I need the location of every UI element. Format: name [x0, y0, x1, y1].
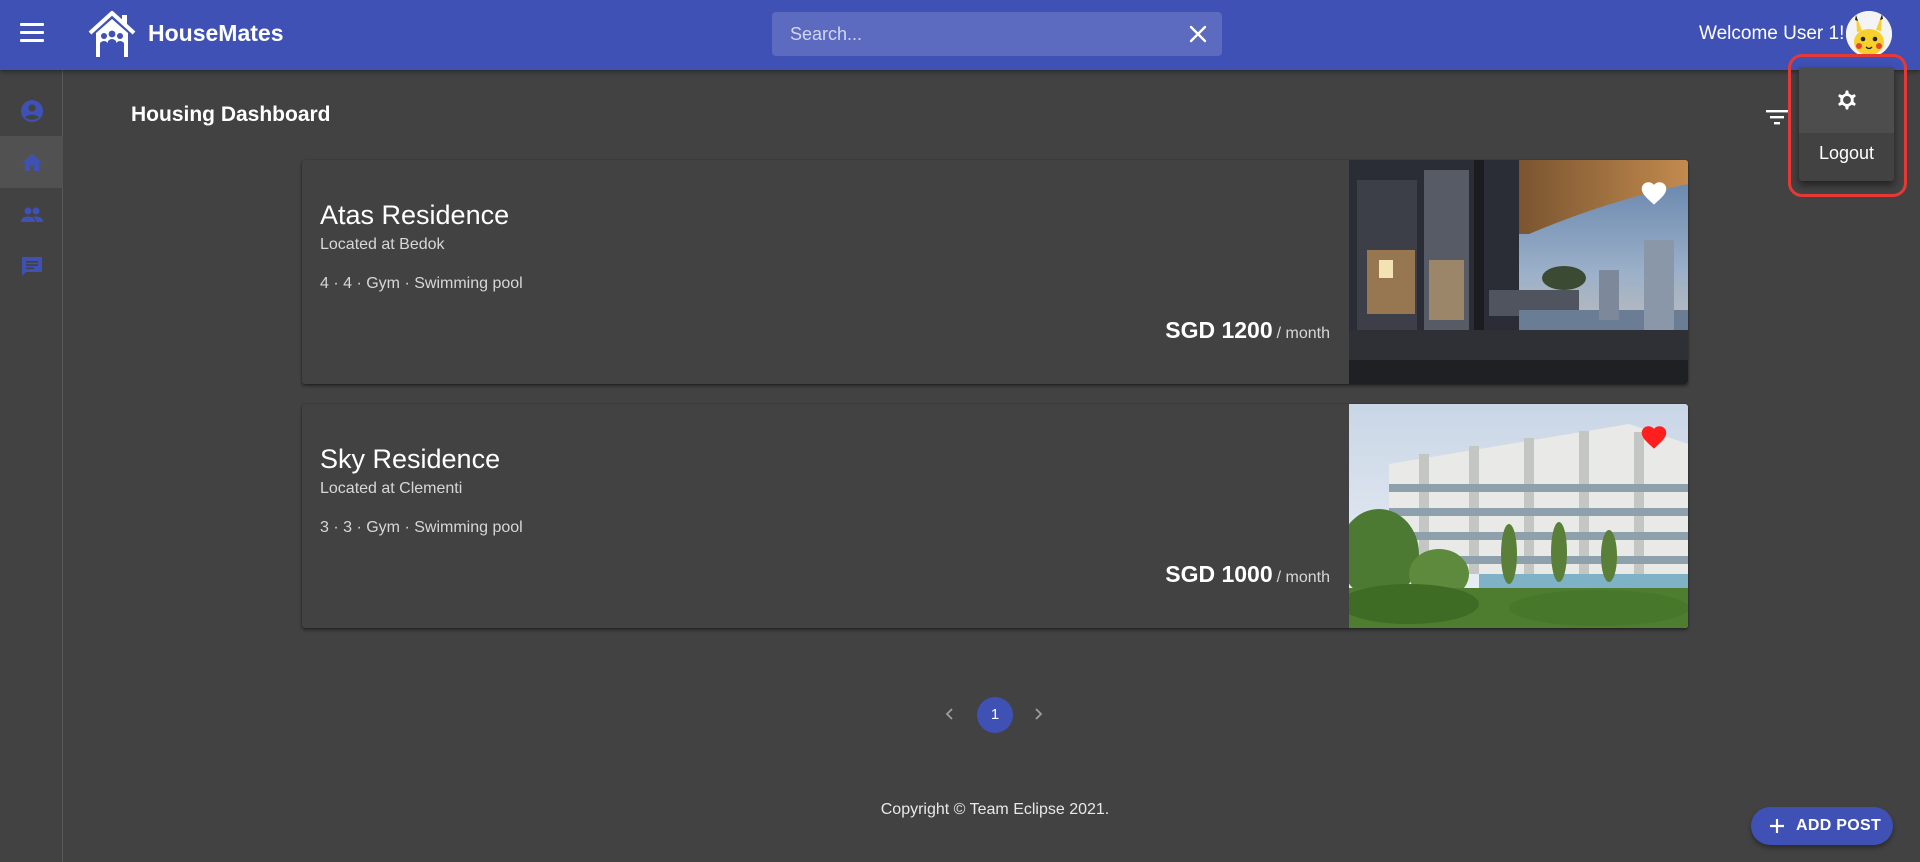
menu-icon[interactable] [18, 23, 46, 47]
listing-photo [1349, 404, 1688, 628]
user-menu-dropdown: Logout [1799, 67, 1894, 181]
account-circle-icon [21, 100, 43, 122]
people-icon [21, 207, 43, 222]
menu-item-logout[interactable]: Logout [1799, 133, 1894, 181]
search-input[interactable] [790, 22, 1160, 46]
footer-copyright: Copyright © Team Eclipse 2021. [880, 801, 1110, 818]
sidebar-item-people[interactable] [0, 188, 63, 240]
filter-icon[interactable] [1766, 107, 1788, 127]
sidebar-item-home[interactable] [0, 136, 63, 188]
sidebar-item-profile[interactable] [0, 84, 63, 136]
listing-card[interactable]: Atas Residence Located at Bedok 4 · 4 · … [302, 160, 1688, 384]
favorite-heart-icon[interactable] [1640, 180, 1668, 206]
add-post-button[interactable]: ADD POST [1751, 807, 1893, 845]
pikachu-avatar-icon [1846, 11, 1892, 57]
settings-gear-icon [1838, 90, 1856, 110]
listing-name: Atas Residence [320, 200, 510, 230]
listing-price: SGD 1200/ month [1165, 317, 1330, 344]
listing-card[interactable]: Sky Residence Located at Clementi 3 · 3 … [302, 404, 1688, 628]
price-unit: / month [1276, 569, 1330, 586]
page-title: Housing Dashboard [131, 103, 331, 126]
listing-features: 4 · 4 · Gym · Swimming pool [320, 275, 523, 292]
search-bar [772, 12, 1222, 56]
listing-location: Located at Clementi [320, 480, 463, 497]
user-avatar[interactable] [1846, 11, 1892, 57]
housemates-logo [88, 11, 136, 57]
listing-features: 3 · 3 · Gym · Swimming pool [320, 519, 523, 536]
menu-item-settings[interactable] [1799, 67, 1894, 133]
listing-name: Sky Residence [320, 444, 501, 474]
favorite-heart-icon[interactable] [1640, 424, 1668, 450]
price-amount: SGD 1000 [1165, 561, 1273, 587]
price-unit: / month [1276, 325, 1330, 342]
app-brand-name: HouseMates [148, 20, 284, 46]
listing-location: Located at Bedok [320, 236, 445, 253]
listing-price: SGD 1000/ month [1165, 561, 1330, 588]
price-amount: SGD 1200 [1165, 317, 1273, 343]
side-nav-rail [0, 70, 63, 862]
app-bar: HouseMates Welcome User 1! [0, 0, 1920, 70]
welcome-text: Welcome User 1! [1699, 23, 1845, 44]
add-post-label: ADD POST [1796, 817, 1882, 834]
chevron-left-icon[interactable] [940, 704, 960, 724]
close-icon[interactable] [1188, 24, 1208, 44]
page-button-current[interactable]: 1 [977, 697, 1013, 733]
listing-photo [1349, 160, 1688, 384]
plus-icon [1770, 819, 1784, 833]
home-icon [22, 154, 42, 171]
sidebar-item-chat[interactable] [0, 240, 63, 292]
chat-icon [22, 257, 42, 276]
chevron-right-icon[interactable] [1028, 704, 1048, 724]
